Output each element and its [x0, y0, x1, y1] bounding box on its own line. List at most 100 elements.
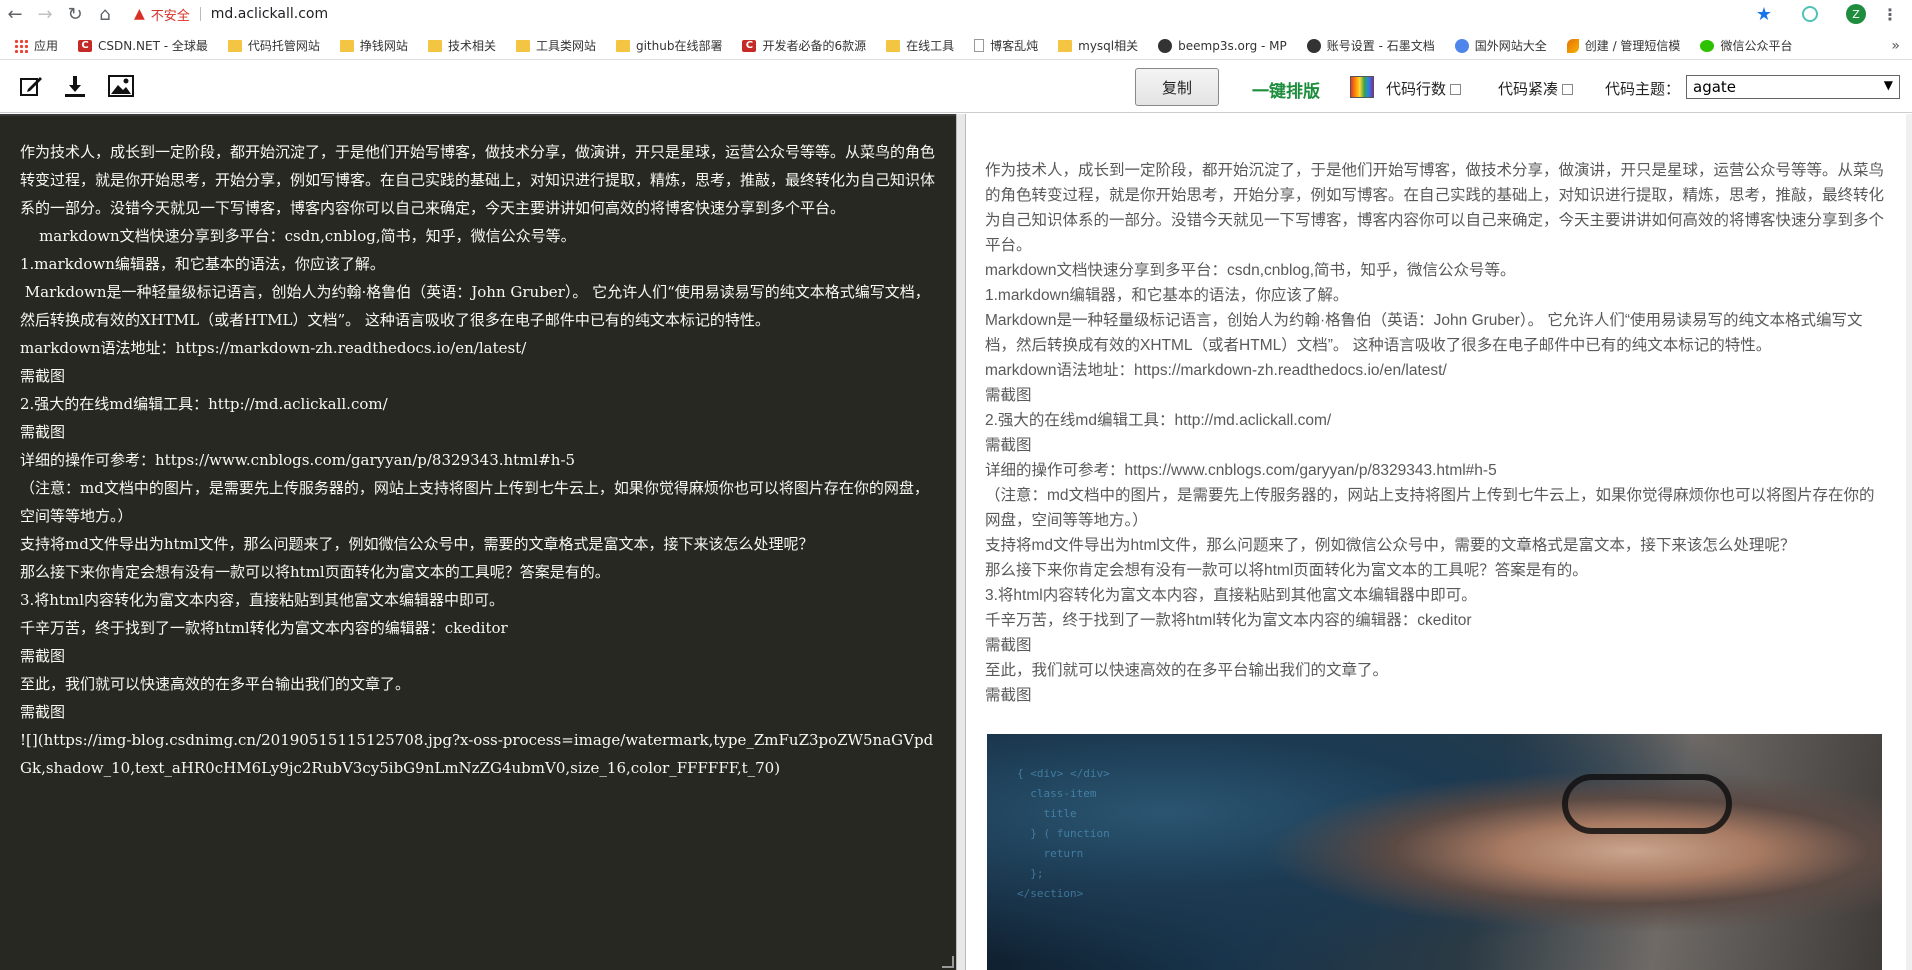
bookmark-item[interactable]: 技术相关: [427, 37, 496, 54]
bookmark-label: 代码托管网站: [247, 39, 320, 53]
preview-paragraph: （注意：md文档中的图片，是需要先上传服务器的，网站上支持将图片上传到七牛云上，…: [985, 487, 1875, 529]
bookmark-item[interactable]: C CSDN.NET - 全球最: [78, 37, 208, 54]
editor-line[interactable]: 支持将md文件导出为html文件，那么问题来了，例如微信公众号中，需要的文章格式…: [20, 530, 936, 558]
copy-button[interactable]: 复制: [1135, 68, 1219, 106]
editor-line[interactable]: markdown语法地址：https://markdown-zh.readthe…: [20, 334, 936, 362]
editor-line[interactable]: 需截图: [20, 642, 936, 670]
line-numbers-checkbox[interactable]: [1450, 84, 1462, 95]
preview-paragraph: 至此，我们就可以快速高效的在多平台输出我们的文章了。: [985, 662, 1389, 679]
theme-select[interactable]: agate ▼: [1686, 75, 1900, 99]
browser-address-bar: ← → ↻ ⌂ ▲ 不安全 md.aclickall.com ★ Z ⋮: [0, 0, 1912, 28]
extension-icon[interactable]: [1802, 6, 1818, 22]
editor-line[interactable]: 3.将html内容转化为富文本内容，直接粘贴到其他富文本编辑器中即可。: [20, 586, 936, 614]
preview-paragraph: 支持将md文件导出为html文件，那么问题来了，例如微信公众号中，需要的文章格式…: [985, 537, 1796, 554]
bookmark-item[interactable]: 博客乱炖: [974, 37, 1038, 54]
apps-icon: [14, 38, 28, 53]
preview-scrollbar[interactable]: [1906, 114, 1912, 970]
back-arrow-icon: ←: [7, 3, 23, 25]
shimo-icon: [1306, 38, 1321, 53]
editor-line[interactable]: 详细的操作可参考：https://www.cnblogs.com/garyyan…: [20, 446, 936, 474]
editor-line[interactable]: 那么接下来你肯定会想有没有一款可以将html页面转化为富文本的工具呢？答案是有的…: [20, 558, 936, 586]
resize-grip-icon[interactable]: [942, 956, 954, 968]
bookmark-label: 技术相关: [447, 39, 496, 53]
forward-button[interactable]: →: [30, 0, 60, 28]
compact-checkbox[interactable]: [1562, 84, 1574, 95]
editor-line[interactable]: 需截图: [20, 698, 936, 726]
folder-icon: [515, 39, 530, 52]
preview-paragraph: Markdown是一种轻量级标记语言，创始人为约翰·格鲁伯（英语：John Gr…: [985, 312, 1863, 354]
editor-line[interactable]: markdown文档快速分享到多平台：csdn,cnblog,简书，知乎，微信公…: [20, 222, 936, 250]
editor-line[interactable]: 作为技术人，成长到一定阶段，都开始沉淀了，于是他们开始写博客，做技术分享，做演讲…: [20, 138, 936, 222]
color-palette-icon[interactable]: [1350, 76, 1374, 98]
preview-paragraph: 需截图: [985, 687, 1032, 704]
page-icon: [974, 39, 985, 52]
compact-label: 代码紧凑: [1498, 80, 1559, 98]
omnibox-separator: [199, 7, 201, 21]
bookmark-label: 工具类网站: [535, 39, 596, 53]
bookmark-item[interactable]: 创建 / 管理短信模: [1566, 37, 1681, 54]
editor-line[interactable]: 至此，我们就可以快速高效的在多平台输出我们的文章了。: [20, 670, 936, 698]
insecure-label: 不安全: [150, 8, 190, 24]
globe-icon: [1454, 38, 1469, 53]
markdown-editor[interactable]: 作为技术人，成长到一定阶段，都开始沉淀了，于是他们开始写博客，做技术分享，做演讲…: [0, 114, 956, 970]
url-text[interactable]: md.aclickall.com: [211, 6, 328, 22]
editor-line[interactable]: 需截图: [20, 362, 936, 390]
bookmark-item[interactable]: 应用: [14, 37, 58, 54]
forward-arrow-icon: →: [37, 3, 53, 25]
bookmark-label: 微信公众平台: [1720, 39, 1793, 53]
folder-icon: [1058, 39, 1073, 52]
theme-label: 代码主题：: [1605, 80, 1681, 98]
compact-option[interactable]: 代码紧凑: [1498, 78, 1574, 99]
csdn-icon: C: [742, 39, 757, 52]
edit-icon[interactable]: [18, 73, 44, 99]
dropdown-arrow-icon: ▼: [1883, 78, 1893, 92]
bookmark-item[interactable]: 账号设置 - 石墨文档: [1306, 37, 1435, 54]
reload-button[interactable]: ↻: [60, 0, 90, 28]
bookmark-item[interactable]: beemp3s.org - MP: [1158, 38, 1287, 53]
editor-line[interactable]: 2.强大的在线md编辑工具：http://md.aclickall.com/: [20, 390, 936, 418]
preview-paragraph: 需截图: [985, 637, 1032, 654]
bookmark-item[interactable]: 工具类网站: [515, 37, 596, 54]
preview-image: { <div> </div> class-item title } ( func…: [987, 734, 1882, 970]
download-icon[interactable]: [62, 73, 88, 99]
editor-line[interactable]: Markdown是一种轻量级标记语言，创始人为约翰·格鲁伯（英语：John Gr…: [20, 278, 936, 334]
bookmark-label: github在线部署: [635, 39, 723, 53]
home-button[interactable]: ⌂: [90, 0, 120, 28]
editor-line[interactable]: （注意：md文档中的图片，是需要先上传服务器的，网站上支持将图片上传到七牛云上，…: [20, 474, 936, 530]
preview-pane: 作为技术人，成长到一定阶段，都开始沉淀了，于是他们开始写博客，做技术分享，做演讲…: [967, 114, 1912, 970]
bookmark-item[interactable]: mysql相关: [1058, 37, 1138, 54]
back-button[interactable]: ←: [0, 0, 30, 28]
editor-line[interactable]: 1.markdown编辑器，和它基本的语法，你应该了解。: [20, 250, 936, 278]
menu-kebab-icon[interactable]: ⋮: [1882, 5, 1898, 24]
folder-icon: [615, 39, 630, 52]
bookmark-item[interactable]: 国外网站大全: [1454, 37, 1547, 54]
bookmark-item[interactable]: 在线工具: [886, 37, 954, 54]
bookmark-item[interactable]: C 开发者必备的6款源: [742, 37, 866, 54]
line-numbers-label: 代码行数: [1386, 80, 1447, 98]
bookmark-label: 账号设置 - 石墨文档: [1326, 39, 1435, 53]
more-bookmarks-icon[interactable]: »: [1891, 38, 1900, 54]
editor-line[interactable]: 千辛万苦，终于找到了一款将html转化为富文本内容的编辑器：ckeditor: [20, 614, 936, 642]
feather-icon: [1566, 38, 1579, 53]
preview-paragraph: 3.将html内容转化为富文本内容，直接粘贴到其他富文本编辑器中即可。: [985, 587, 1477, 604]
one-click-typeset-button[interactable]: 一键排版: [1252, 77, 1320, 102]
bookmark-item[interactable]: github在线部署: [615, 37, 723, 54]
bookmark-item[interactable]: 挣钱网站: [339, 37, 408, 54]
image-code-texture: { <div> </div> class-item title } ( func…: [1017, 767, 1110, 900]
pane-divider[interactable]: [956, 114, 966, 970]
image-icon[interactable]: [108, 73, 134, 99]
profile-avatar[interactable]: Z: [1846, 4, 1866, 24]
line-numbers-option[interactable]: 代码行数: [1386, 78, 1462, 99]
bookmark-star-icon[interactable]: ★: [1756, 4, 1772, 25]
bookmark-label: 创建 / 管理短信模: [1584, 39, 1681, 53]
omnibox[interactable]: ▲ 不安全 md.aclickall.com: [134, 0, 1756, 28]
browser-actions: ★ Z ⋮: [1756, 4, 1898, 25]
editor-line[interactable]: 需截图: [20, 418, 936, 446]
bookmark-item[interactable]: 微信公众平台: [1700, 37, 1792, 54]
bookmark-item[interactable]: 代码托管网站: [227, 37, 320, 54]
editor-line[interactable]: ![](https://img-blog.csdnimg.cn/20190515…: [20, 726, 936, 782]
preview-paragraph: 需截图: [985, 387, 1032, 404]
bookmarks-bar: 应用 C CSDN.NET - 全球最 代码托管网站 挣钱网站 技术相关 工具类网站 gith…: [0, 32, 1912, 60]
bookmark-label: 国外网站大全: [1474, 39, 1547, 53]
app-toolbar: 复制 一键排版 代码行数 代码紧凑 代码主题： agate ▼: [0, 61, 1912, 113]
